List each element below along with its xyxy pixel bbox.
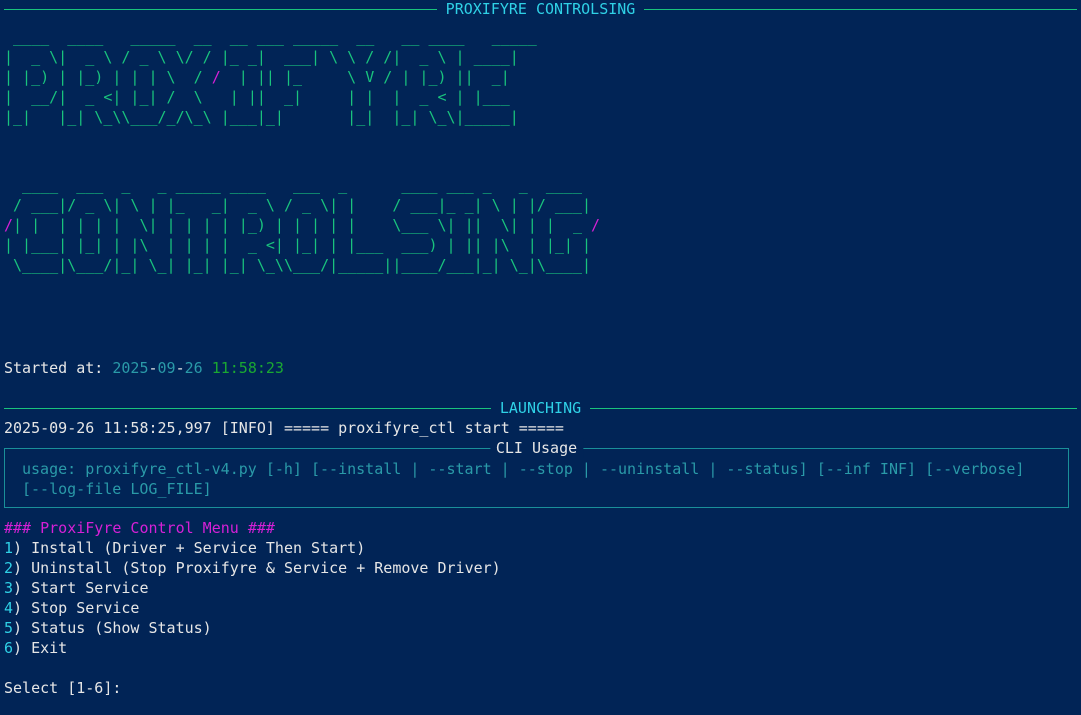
menu-item-number: 5 [4,619,14,637]
launching-rule: LAUNCHING [4,398,1077,418]
date-separator-1: - [148,359,158,377]
select-prompt[interactable]: Select [1-6]: [4,678,121,698]
started-month: 09 [157,359,176,377]
menu-item-label: ) Exit [13,639,68,657]
menu-item-start-service: 3) Start Service [4,578,149,598]
started-at-label: Started at: [4,359,113,377]
menu-item-uninstall: 2) Uninstall (Stop Proxifyre & Service +… [4,558,501,578]
menu-item-label: ) Stop Service [13,599,140,617]
menu-item-label: ) Status (Show Status) [13,619,212,637]
cli-usage-panel: CLI Usage usage: proxifyre_ctl-v4.py [-h… [4,438,1069,508]
cli-usage-text: usage: proxifyre_ctl-v4.py [-h] [--insta… [22,460,1025,498]
menu-item-exit: 6) Exit [4,638,67,658]
date-separator-2: - [175,359,185,377]
menu-item-number: 6 [4,639,14,657]
date-time-space [203,359,212,377]
header-title: PROXIFYRE CONTROLSING [445,0,636,18]
menu-item-number: 2 [4,559,14,577]
cli-usage-title: CLI Usage [489,438,584,458]
menu-item-label: ) Install (Driver + Service Then Start) [13,539,366,557]
started-at-line: Started at: 2025-09-26 11:58:23 [4,358,284,378]
started-day: 26 [184,359,203,377]
launching-title: LAUNCHING [499,399,582,417]
menu-item-install: 1) Install (Driver + Service Then Start) [4,538,365,558]
started-time: 11:58:23 [211,359,284,377]
header-rule: PROXIFYRE CONTROLSING [4,0,1077,19]
menu-title: ### ProxiFyre Control Menu ### [4,519,275,537]
header-rule-line-right [644,8,1077,10]
menu-item-label: ) Start Service [13,579,149,597]
launching-rule-line-left [4,407,491,409]
menu-item-number: 3 [4,579,14,597]
launching-rule-line-right [590,407,1077,409]
banner-proxifyre-ascii: ____ ____ _____ __ __ ___ _____ __ __ __… [4,28,537,126]
menu-item-number: 4 [4,599,14,617]
log-line: 2025-09-26 11:58:25,997 [INFO] ===== pro… [4,419,564,437]
header-rule-line-left [4,8,437,10]
started-year: 2025 [112,359,149,377]
menu-item-label: ) Uninstall (Stop Proxifyre & Service + … [13,559,501,577]
menu-item-number: 1 [4,539,14,557]
banner-controlsing-ascii: ____ ___ _ _ _____ ____ ___ _ ____ ___ _… [4,176,601,274]
menu-item-stop-service: 4) Stop Service [4,598,139,618]
menu-item-status: 5) Status (Show Status) [4,618,212,638]
